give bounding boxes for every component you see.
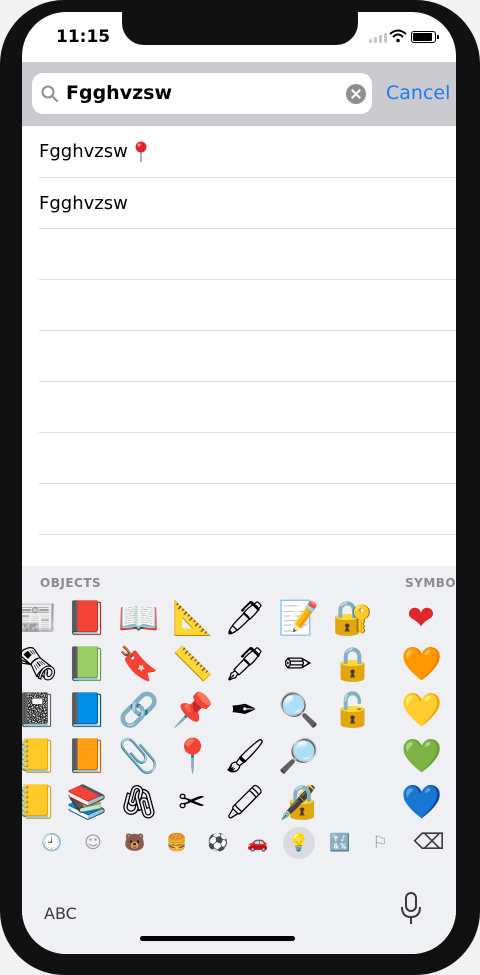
emoji-key[interactable]: 💚 bbox=[401, 736, 442, 776]
emoji-key[interactable]: 📖 bbox=[118, 598, 159, 638]
emoji-key[interactable]: 📚 bbox=[66, 782, 107, 822]
activity-icon[interactable]: ⚽ bbox=[202, 827, 234, 859]
emoji-key[interactable]: 🔍 bbox=[278, 690, 319, 730]
travel-icon[interactable]: 🚗 bbox=[242, 827, 274, 859]
microphone-icon[interactable] bbox=[400, 891, 422, 927]
divider bbox=[39, 228, 456, 229]
emoji-key[interactable]: 🖌 bbox=[224, 736, 266, 776]
emoji-keyboard: OBJECTS SYMBO 📰 🗞 📓 📒 📒 📕 📗 📘 📙 📚 📖 🔖 🔗 📎 🖇 📐 📏 📌 📍 ✂ 🖊 🖋 ✒ 🖌 🖍 📝… bbox=[22, 566, 456, 954]
category-bar: 🕘 ☺ 🐻 🍔 ⚽ 🚗 💡 🔣 ⚐ ⌫ bbox=[22, 824, 456, 864]
divider bbox=[39, 330, 456, 331]
results-list: Fgghvzsw Fgghvzsw bbox=[22, 126, 456, 566]
emoji-key[interactable]: 💛 bbox=[401, 690, 442, 730]
emoji-key[interactable]: 📏 bbox=[172, 644, 213, 684]
emoji-key[interactable]: 🔎 bbox=[278, 736, 319, 776]
emoji-key[interactable]: 🖇 bbox=[118, 782, 160, 822]
flags-icon[interactable]: ⚐ bbox=[364, 827, 396, 859]
emoji-key[interactable]: 📰 bbox=[22, 598, 57, 638]
emoji-key[interactable]: 🧡 bbox=[401, 644, 442, 684]
cancel-button[interactable]: Cancel bbox=[386, 82, 450, 104]
search-input[interactable]: Fgghvzsw bbox=[32, 73, 372, 114]
emoji-key[interactable]: 🖋 bbox=[224, 644, 266, 684]
emoji-key[interactable]: 📝 bbox=[278, 598, 319, 638]
recent-icon[interactable]: 🕘 bbox=[36, 827, 68, 859]
section-label-objects: OBJECTS bbox=[40, 576, 102, 590]
search-query: Fgghvzsw bbox=[66, 82, 173, 104]
emoji-key[interactable]: 📓 bbox=[22, 690, 57, 730]
clear-icon[interactable] bbox=[346, 84, 366, 104]
symbols-icon[interactable]: 🔣 bbox=[324, 827, 356, 859]
emoji-key[interactable]: 🗞 bbox=[22, 644, 58, 684]
search-icon bbox=[41, 85, 58, 102]
divider bbox=[39, 381, 456, 382]
emoji-key[interactable]: 🔓 bbox=[332, 690, 373, 730]
emoji-key[interactable]: 📍 bbox=[172, 736, 213, 776]
screen: 11:15 Fgghvzsw Cancel Fgghvzsw Fgghvzsw … bbox=[22, 12, 456, 954]
emoji-key[interactable]: 📙 bbox=[66, 736, 107, 776]
section-label-symbols: SYMBO bbox=[405, 576, 456, 590]
emoji-key[interactable]: 📘 bbox=[66, 690, 107, 730]
abc-button[interactable]: ABC bbox=[44, 904, 77, 923]
emoji-key[interactable]: 🔖 bbox=[118, 644, 159, 684]
emoji-key[interactable]: ✂ bbox=[172, 782, 212, 822]
emoji-key[interactable]: 📗 bbox=[66, 644, 107, 684]
divider bbox=[39, 279, 456, 280]
result-row[interactable]: Fgghvzsw bbox=[22, 126, 456, 177]
status-time: 11:15 bbox=[56, 27, 111, 47]
emoji-key[interactable]: 📌 bbox=[172, 690, 213, 730]
divider bbox=[39, 432, 456, 433]
divider bbox=[39, 483, 456, 484]
search-header: Fgghvzsw Cancel bbox=[22, 62, 456, 126]
emoji-key[interactable]: ✒ bbox=[224, 690, 264, 730]
home-indicator[interactable] bbox=[140, 936, 295, 941]
smileys-icon[interactable]: ☺ bbox=[77, 827, 109, 859]
divider bbox=[39, 534, 456, 535]
result-label: Fgghvzsw bbox=[39, 141, 128, 162]
emoji-key[interactable]: ❤ bbox=[401, 598, 441, 638]
delete-icon[interactable]: ⌫ bbox=[413, 827, 445, 859]
emoji-key[interactable]: 📐 bbox=[172, 598, 213, 638]
objects-icon[interactable]: 💡 bbox=[283, 827, 315, 859]
animals-icon[interactable]: 🐻 bbox=[119, 827, 151, 859]
result-row[interactable]: Fgghvzsw bbox=[22, 178, 456, 229]
emoji-key[interactable]: 📒 bbox=[22, 782, 57, 822]
emoji-key[interactable]: 📎 bbox=[118, 736, 159, 776]
emoji-key[interactable]: 🔒 bbox=[332, 644, 373, 684]
battery-icon bbox=[411, 31, 439, 43]
food-icon[interactable]: 🍔 bbox=[161, 827, 193, 859]
emoji-key[interactable]: 🔗 bbox=[118, 690, 159, 730]
emoji-key[interactable]: 🖊 bbox=[224, 598, 266, 638]
signal-icon bbox=[369, 33, 387, 43]
emoji-key[interactable]: 🔐 bbox=[332, 598, 373, 638]
notch bbox=[122, 12, 358, 45]
emoji-key[interactable]: 💙 bbox=[401, 782, 442, 822]
result-label: Fgghvzsw bbox=[39, 193, 128, 214]
emoji-key[interactable]: 🔏 bbox=[278, 782, 319, 822]
emoji-key[interactable]: 📕 bbox=[66, 598, 107, 638]
emoji-key[interactable]: ✏ bbox=[278, 644, 318, 684]
round-pushpin-icon bbox=[135, 141, 147, 162]
wifi-icon bbox=[389, 29, 407, 43]
emoji-key[interactable]: 🖍 bbox=[224, 782, 266, 822]
emoji-key[interactable]: 📒 bbox=[22, 736, 57, 776]
